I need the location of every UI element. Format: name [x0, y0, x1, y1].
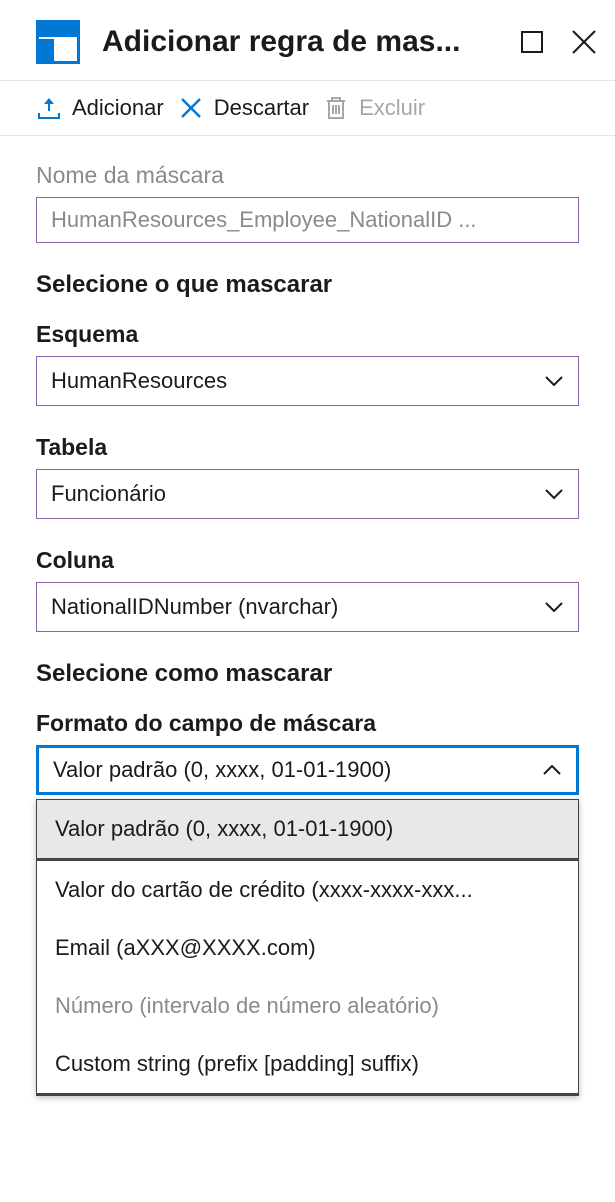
chevron-down-icon	[544, 597, 564, 617]
column-label: Coluna	[36, 547, 579, 574]
chevron-up-icon	[542, 760, 562, 780]
format-dropdown-list: Valor padrão (0, xxxx, 01-01-1900) Valor…	[36, 799, 579, 1096]
chevron-down-icon	[544, 484, 564, 504]
discard-label: Descartar	[214, 95, 309, 121]
mask-name-label: Nome da máscara	[36, 162, 579, 189]
schema-field-group: Esquema HumanResources	[36, 321, 579, 406]
format-dropdown[interactable]: Valor padrão (0, xxxx, 01-01-1900)	[36, 745, 579, 795]
delete-button: Excluir	[323, 95, 425, 121]
format-option[interactable]: Valor padrão (0, xxxx, 01-01-1900)	[37, 800, 578, 861]
table-label: Tabela	[36, 434, 579, 461]
format-option[interactable]: Valor do cartão de crédito (xxxx-xxxx-xx…	[37, 861, 578, 919]
panel-title: Adicionar regra de mas...	[102, 25, 509, 59]
app-icon	[36, 20, 80, 64]
mask-name-field-group: Nome da máscara HumanResources_Employee_…	[36, 162, 579, 243]
table-field-group: Tabela Funcionário	[36, 434, 579, 519]
format-field-group: Formato do campo de máscara Valor padrão…	[36, 710, 579, 1096]
chevron-down-icon	[544, 371, 564, 391]
add-button[interactable]: Adicionar	[36, 95, 164, 121]
close-icon	[571, 29, 597, 55]
table-value: Funcionário	[51, 481, 166, 507]
maximize-icon	[521, 31, 543, 53]
upload-icon	[36, 95, 62, 121]
x-icon	[178, 95, 204, 121]
panel-header: Adicionar regra de mas...	[0, 0, 615, 81]
add-label: Adicionar	[72, 95, 164, 121]
schema-dropdown[interactable]: HumanResources	[36, 356, 579, 406]
column-value: NationalIDNumber (nvarchar)	[51, 594, 338, 620]
discard-button[interactable]: Descartar	[178, 95, 309, 121]
column-dropdown[interactable]: NationalIDNumber (nvarchar)	[36, 582, 579, 632]
delete-label: Excluir	[359, 95, 425, 121]
close-button[interactable]	[571, 29, 597, 55]
form-content: Nome da máscara HumanResources_Employee_…	[0, 136, 615, 1150]
window-controls	[519, 29, 597, 55]
schema-label: Esquema	[36, 321, 579, 348]
trash-icon	[323, 95, 349, 121]
format-value: Valor padrão (0, xxxx, 01-01-1900)	[53, 757, 391, 783]
select-what-title: Selecione o que mascarar	[36, 271, 579, 299]
format-option[interactable]: Email (aXXX@XXXX.com)	[37, 919, 578, 977]
maximize-button[interactable]	[519, 29, 545, 55]
column-field-group: Coluna NationalIDNumber (nvarchar)	[36, 547, 579, 632]
mask-name-input[interactable]: HumanResources_Employee_NationalID ...	[36, 197, 579, 243]
format-option[interactable]: Custom string (prefix [padding] suffix)	[37, 1035, 578, 1093]
format-label: Formato do campo de máscara	[36, 710, 579, 737]
command-toolbar: Adicionar Descartar Excluir	[0, 81, 615, 136]
table-dropdown[interactable]: Funcionário	[36, 469, 579, 519]
format-option: Número (intervalo de número aleatório)	[37, 977, 578, 1035]
schema-value: HumanResources	[51, 368, 227, 394]
select-how-title: Selecione como mascarar	[36, 660, 579, 688]
